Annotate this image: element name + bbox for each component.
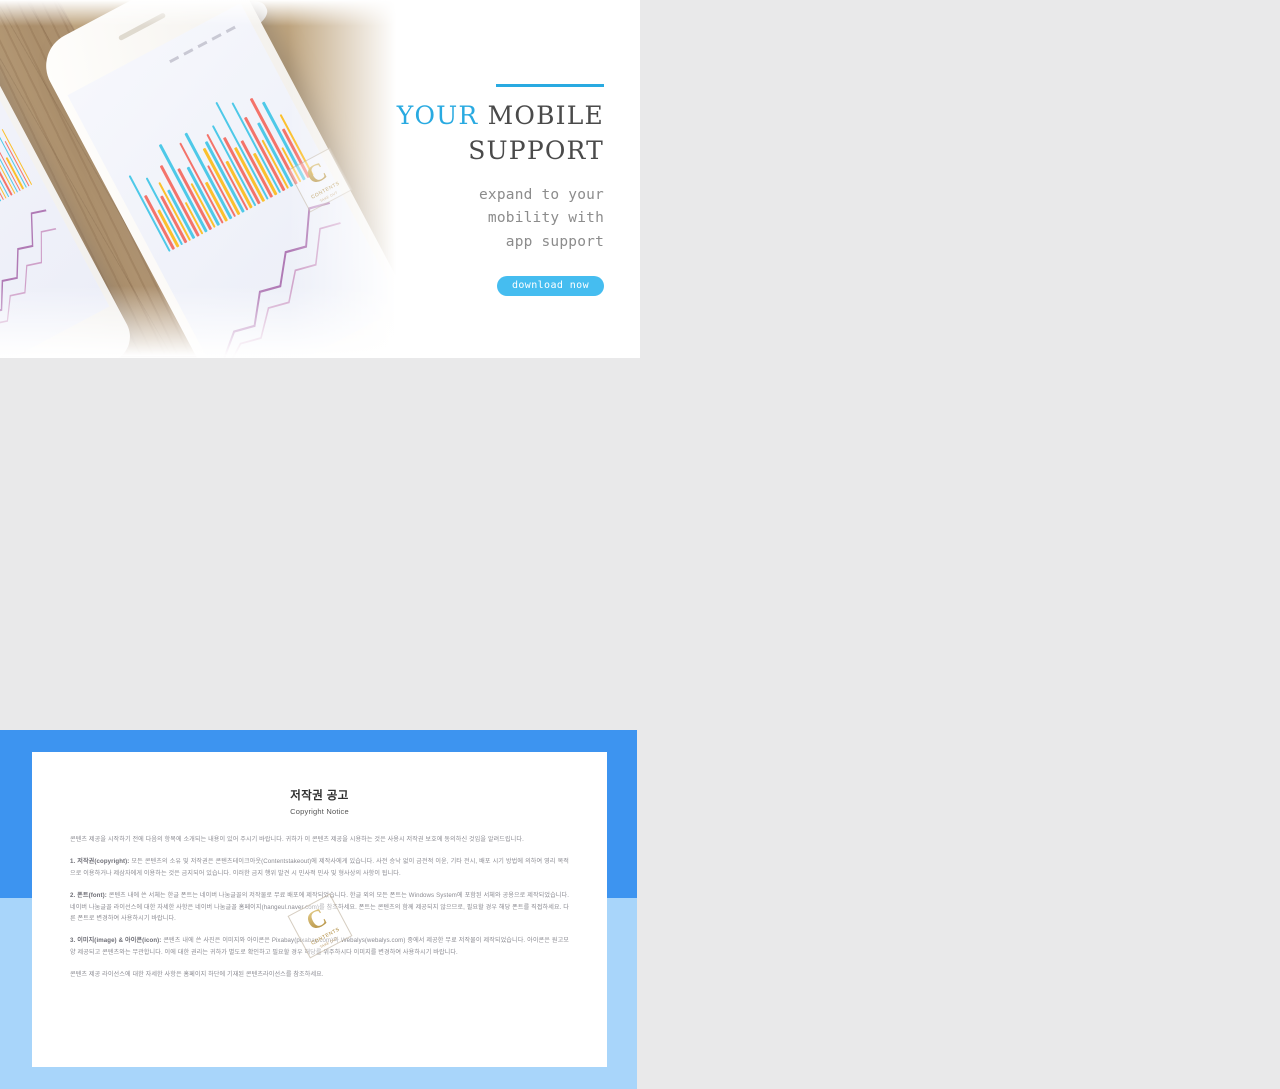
notice-item-1-label: 1. 저작권(copyright): <box>70 857 130 865</box>
promo-copy: YOUR MOBILE SUPPORT expand to your mobil… <box>378 84 604 297</box>
download-now-button[interactable]: download now <box>496 276 604 297</box>
photo-fade-bottom <box>0 286 438 356</box>
headline-line2: SUPPORT <box>468 135 604 165</box>
notice-item-1-text: 모든 콘텐츠의 소유 및 저작권은 콘텐츠테이크아웃(Contentstakeo… <box>70 857 569 877</box>
copyright-notice-panel: 저작권 공고 Copyright Notice 콘텐츠 제공을 시작하기 전에 … <box>0 730 637 1089</box>
notice-subtitle: Copyright Notice <box>290 807 349 816</box>
sub-line-3: app support <box>505 233 604 250</box>
promo-panel-blue[interactable]: C CONTENTS TAKE OUT YOUR MOBILE SUPPORT … <box>0 0 640 356</box>
sub-line-2: mobility with <box>487 210 604 227</box>
promo-grid: C CONTENTS TAKE OUT YOUR MOBILE SUPPORT … <box>0 0 1280 722</box>
headline-accent-word: YOUR <box>396 101 479 130</box>
notice-item-2-label: 2. 폰트(font): <box>70 891 107 899</box>
headline-rest: MOBILE <box>478 101 604 130</box>
notice-intro: 콘텐츠 제공을 시작하기 전에 다음의 항목에 소개되는 내용이 있어 주시기 … <box>70 836 524 843</box>
notice-footer: 콘텐츠 제공 라이선스에 대한 자세한 사항은 홈페이지 하단에 기재된 콘텐츠… <box>70 971 324 978</box>
sub-line-1: expand to your <box>478 187 604 203</box>
headline: YOUR MOBILE SUPPORT <box>378 99 604 168</box>
notice-item-1: 1. 저작권(copyright): 모든 콘텐츠의 소유 및 저작권은 콘텐츠… <box>70 856 569 880</box>
notice-sheet: 저작권 공고 Copyright Notice 콘텐츠 제공을 시작하기 전에 … <box>32 752 607 1067</box>
chart-legend <box>169 23 240 64</box>
notice-item-3-label: 3. 이미지(image) & 아이콘(icon): <box>70 937 162 945</box>
photo-fade-top <box>0 0 438 26</box>
notice-title: 저작권 공고 <box>290 790 349 802</box>
accent-rule <box>496 84 604 87</box>
subheadline: expand to your mobility with app support <box>378 184 604 254</box>
